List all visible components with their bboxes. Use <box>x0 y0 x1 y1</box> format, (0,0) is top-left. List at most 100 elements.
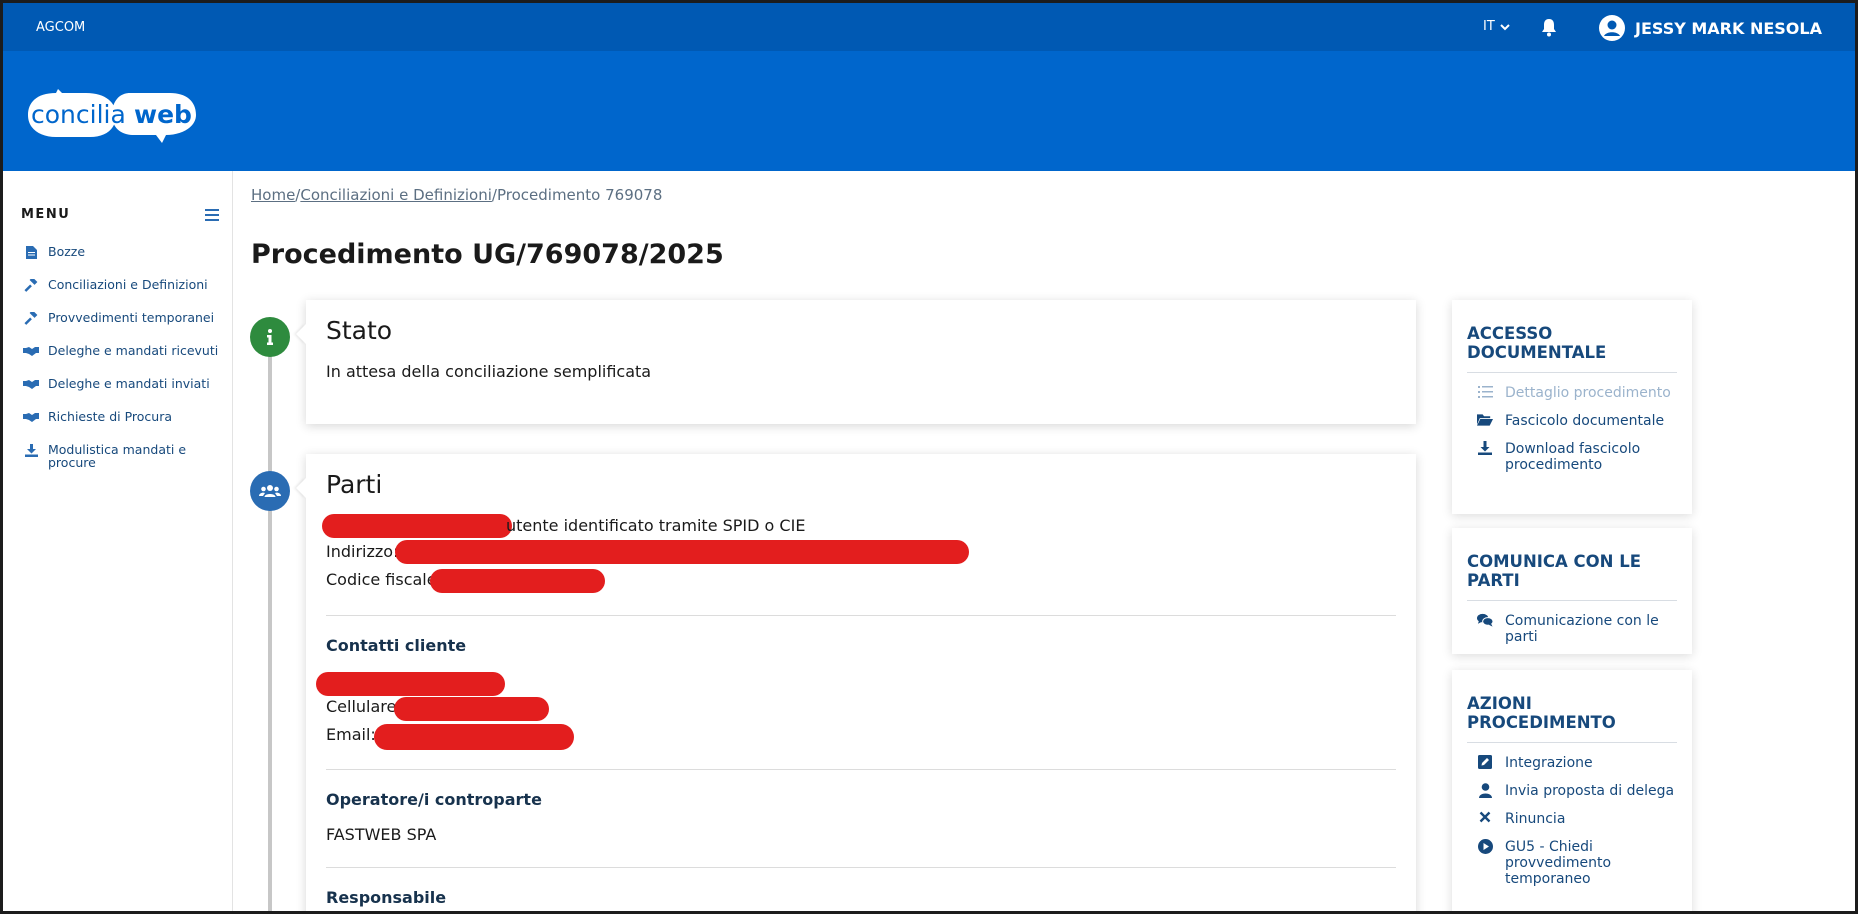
download-folder-label: Download fascicolo procedimento <box>1505 441 1641 473</box>
client-contacts-title: Contatti cliente <box>326 636 467 655</box>
menu-header: MENU <box>21 207 219 222</box>
parties-title: Parti <box>326 470 383 499</box>
app-frame: AGCOM IT JESSY MARK NESOLA concilia web … <box>3 3 1855 911</box>
actions-panel: AZIONI PROCEDIMENTO Integrazione Invia p… <box>1452 670 1692 911</box>
card-pointer <box>296 478 306 498</box>
timeline-parties-dot <box>250 471 290 511</box>
timeline-status-dot <box>250 317 290 357</box>
identified-text: utente identificato tramite SPID o CIE <box>506 516 806 535</box>
breadcrumb-current: Procedimento 769078 <box>496 186 663 204</box>
address-label: Indirizzo: <box>326 542 399 561</box>
document-access-panel: ACCESSO DOCUMENTALE Dettaglio procedimen… <box>1452 300 1692 514</box>
document-folder-label: Fascicolo documentale <box>1505 413 1665 429</box>
redacted-email <box>374 724 574 750</box>
list-icon <box>1477 386 1493 398</box>
file-icon <box>25 245 37 259</box>
menu-title: MENU <box>21 207 71 222</box>
sidebar-item-modulistica[interactable]: Modulistica mandati e procure <box>23 443 223 469</box>
responsible-title: Responsabile <box>326 888 447 907</box>
info-icon <box>267 329 273 345</box>
integration-link[interactable]: Integrazione <box>1477 755 1677 771</box>
delegation-label: Invia proposta di delega <box>1505 783 1675 799</box>
sidebar: MENU Bozze Conciliazioni e Definizioni P… <box>3 171 233 911</box>
detail-link[interactable]: Dettaglio procedimento <box>1477 385 1677 401</box>
language-selector[interactable]: IT <box>1483 19 1511 34</box>
breadcrumb-home[interactable]: Home <box>251 186 295 204</box>
communication-link[interactable]: Comunicazione con le parti <box>1477 613 1677 645</box>
divider <box>326 867 1396 868</box>
redacted-fiscal-code <box>430 569 605 593</box>
redacted-mobile <box>394 697 549 721</box>
comments-icon <box>1477 613 1493 627</box>
divider <box>326 615 1396 616</box>
conciliaweb-logo[interactable]: concilia web <box>26 89 201 145</box>
handshake-icon <box>23 379 39 389</box>
communicate-title: COMUNICA CON LE PARTI <box>1467 552 1677 601</box>
sidebar-item-label: Conciliazioni e Definizioni <box>48 277 208 292</box>
actions-title: AZIONI PROCEDIMENTO <box>1467 694 1677 743</box>
users-icon <box>259 485 281 497</box>
menu-list: Bozze Conciliazioni e Definizioni Provve… <box>23 245 223 488</box>
renounce-link[interactable]: Rinuncia <box>1477 811 1677 827</box>
sidebar-item-label: Deleghe e mandati inviati <box>48 376 210 391</box>
play-circle-icon <box>1477 839 1493 854</box>
logo-text-concilia: concilia <box>31 100 126 129</box>
operator-name: FASTWEB SPA <box>326 825 437 844</box>
sidebar-item-provvedimenti[interactable]: Provvedimenti temporanei <box>23 311 223 325</box>
sidebar-item-deleghe-inviati[interactable]: Deleghe e mandati inviati <box>23 377 223 391</box>
bell-icon[interactable] <box>1540 17 1558 37</box>
sidebar-item-deleghe-ricevuti[interactable]: Deleghe e mandati ricevuti <box>23 344 223 358</box>
user-name: JESSY MARK NESOLA <box>1635 18 1822 38</box>
delegation-link[interactable]: Invia proposta di delega <box>1477 783 1677 799</box>
sidebar-item-richieste-procura[interactable]: Richieste di Procura <box>23 410 223 424</box>
status-title: Stato <box>326 316 393 345</box>
mobile-label: Cellulare: <box>326 697 402 716</box>
divider <box>326 769 1396 770</box>
fiscal-code-label: Codice fiscale: <box>326 570 442 589</box>
edit-icon <box>1478 755 1492 769</box>
download-icon <box>24 443 38 457</box>
logo-text-web: web <box>134 100 192 129</box>
document-access-title: ACCESSO DOCUMENTALE <box>1467 324 1677 373</box>
site-header: concilia web <box>3 51 1855 171</box>
handshake-icon <box>23 412 39 422</box>
card-pointer <box>296 324 306 344</box>
hamburger-icon[interactable] <box>205 208 219 221</box>
parties-card: Parti utente identificato tramite SPID o… <box>296 454 1416 911</box>
sidebar-item-bozze[interactable]: Bozze <box>23 245 223 259</box>
communicate-panel: COMUNICA CON LE PARTI Comunicazione con … <box>1452 528 1692 654</box>
user-menu[interactable]: JESSY MARK NESOLA <box>1599 15 1822 41</box>
user-icon <box>1478 783 1492 798</box>
sidebar-item-label: Provvedimenti temporanei <box>48 310 215 325</box>
operator-title: Operatore/i controparte <box>326 790 542 809</box>
timeline-line <box>268 343 272 911</box>
close-icon <box>1479 811 1491 823</box>
document-folder-link[interactable]: Fascicolo documentale <box>1477 413 1677 429</box>
redacted-name <box>322 514 512 538</box>
top-bar: AGCOM IT JESSY MARK NESOLA <box>3 3 1855 51</box>
gu5-link[interactable]: GU5 - Chiedi provvedimento temporaneo <box>1477 839 1677 887</box>
sidebar-item-label: Bozze <box>48 244 86 259</box>
language-label: IT <box>1483 19 1495 34</box>
sidebar-item-label: Richieste di Procura <box>48 409 172 424</box>
gavel-icon <box>24 311 38 325</box>
handshake-icon <box>23 346 39 356</box>
redacted-contact <box>316 672 505 696</box>
communication-label: Comunicazione con le parti <box>1505 613 1659 645</box>
sidebar-item-conciliazioni[interactable]: Conciliazioni e Definizioni <box>23 278 223 292</box>
gu5-label: GU5 - Chiedi provvedimento temporaneo <box>1505 839 1612 887</box>
integration-label: Integrazione <box>1505 755 1593 771</box>
breadcrumb-conciliazioni[interactable]: Conciliazioni e Definizioni <box>300 186 492 204</box>
email-label: Email: <box>326 725 376 744</box>
sidebar-item-label: Modulistica mandati e procure <box>48 442 187 470</box>
download-icon <box>1478 441 1492 455</box>
gavel-icon <box>24 278 38 292</box>
agcom-link[interactable]: AGCOM <box>36 20 85 35</box>
sidebar-item-label: Deleghe e mandati ricevuti <box>48 343 219 358</box>
page-title: Procedimento UG/769078/2025 <box>251 239 724 270</box>
renounce-label: Rinuncia <box>1505 811 1566 827</box>
breadcrumb: Home/Conciliazioni e Definizioni/Procedi… <box>251 186 662 204</box>
status-card: Stato In attesa della conciliazione semp… <box>296 300 1416 424</box>
detail-link-label: Dettaglio procedimento <box>1505 385 1671 401</box>
download-folder-link[interactable]: Download fascicolo procedimento <box>1477 441 1677 473</box>
